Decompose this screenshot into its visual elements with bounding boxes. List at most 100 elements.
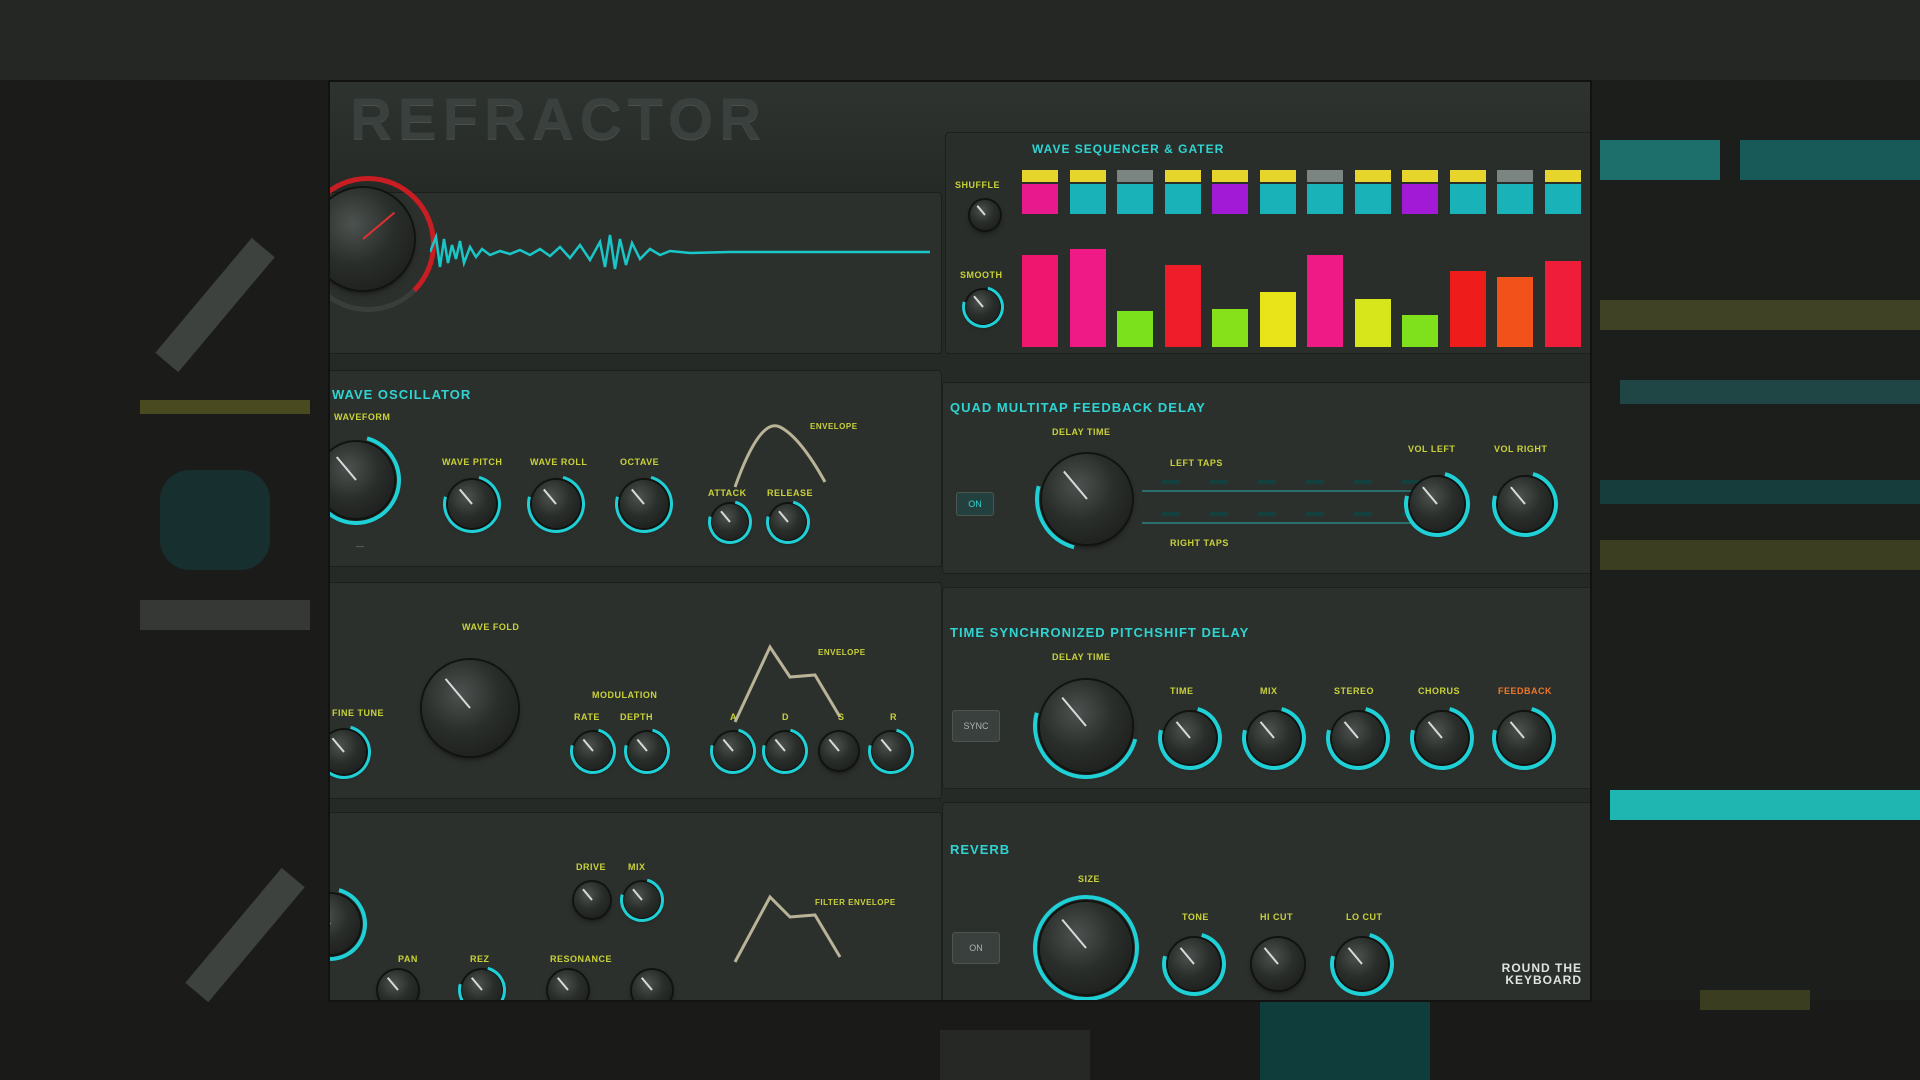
- seq-step-level[interactable]: [1165, 265, 1201, 347]
- smooth-label: SMOOTH: [960, 270, 1003, 280]
- shuffle-knob[interactable]: [970, 200, 1000, 230]
- pitch-feedback-knob[interactable]: [1480, 694, 1568, 782]
- bg-pixel: [1600, 540, 1920, 570]
- reverb-toggle[interactable]: ON: [952, 932, 1000, 964]
- synth-envelope-label: ENVELOPE: [810, 422, 858, 431]
- seq-step-toggle[interactable]: [1402, 170, 1438, 182]
- wave-pitch-knob[interactable]: [432, 464, 512, 544]
- mix-knob[interactable]: [611, 869, 673, 931]
- quad-delay-title: QUAD MULTITAP FEEDBACK DELAY: [950, 400, 1206, 415]
- seq-step-level[interactable]: [1260, 292, 1296, 347]
- quad-delay-time-label: DELAY TIME: [1052, 427, 1111, 437]
- reverb-locut-knob[interactable]: [1318, 920, 1406, 1000]
- seq-step-toggle[interactable]: [1545, 170, 1581, 182]
- seq-step-level[interactable]: [1450, 271, 1486, 347]
- waveform-knob[interactable]: [330, 418, 418, 542]
- seq-step-wave[interactable]: [1497, 184, 1533, 214]
- seq-step-wave[interactable]: [1545, 184, 1581, 214]
- reverb-size-knob[interactable]: [1013, 875, 1159, 1000]
- vol-right-knob[interactable]: [1479, 458, 1571, 550]
- pitch-feedback-label: FEEDBACK: [1498, 686, 1553, 696]
- filter-cutoff-knob[interactable]: [330, 873, 381, 975]
- env-r-label: R: [890, 712, 897, 722]
- seq-step-wave[interactable]: [1117, 184, 1153, 214]
- octave-knob[interactable]: [604, 464, 684, 544]
- delay-tap-marker[interactable]: [1162, 480, 1180, 484]
- seq-step-toggle[interactable]: [1355, 170, 1391, 182]
- delay-tap-marker[interactable]: [1354, 480, 1372, 484]
- seq-step-toggle[interactable]: [1450, 170, 1486, 182]
- mod-depth-knob[interactable]: [615, 719, 679, 783]
- smooth-knob[interactable]: [954, 278, 1012, 336]
- vol-left-knob[interactable]: [1391, 458, 1483, 550]
- pitch-mix-knob[interactable]: [1230, 694, 1318, 782]
- pitch-mix-label: MIX: [1260, 686, 1278, 696]
- seq-step-level[interactable]: [1212, 309, 1248, 347]
- seq-step-wave[interactable]: [1022, 184, 1058, 214]
- drive-knob[interactable]: [574, 882, 610, 918]
- seq-step-wave[interactable]: [1355, 184, 1391, 214]
- pitch-stereo-knob[interactable]: [1314, 694, 1402, 782]
- delay-tap-marker[interactable]: [1258, 512, 1276, 516]
- seq-step-level[interactable]: [1307, 255, 1343, 347]
- env-s-knob[interactable]: [820, 732, 858, 770]
- seq-step-level[interactable]: [1117, 311, 1153, 347]
- background-top: [0, 0, 1920, 80]
- bg-pixel: [1740, 140, 1920, 180]
- attack-knob[interactable]: [699, 491, 761, 553]
- quad-delay-time-knob[interactable]: [1015, 427, 1159, 571]
- delay-tap-marker[interactable]: [1354, 512, 1372, 516]
- seq-step-level[interactable]: [1497, 277, 1533, 347]
- seq-step-wave[interactable]: [1402, 184, 1438, 214]
- seq-step-toggle[interactable]: [1497, 170, 1533, 182]
- delay-tap-marker[interactable]: [1162, 512, 1180, 516]
- pitch-time-knob[interactable]: [1146, 694, 1234, 782]
- rez-label: REZ: [470, 954, 490, 964]
- seq-step-wave[interactable]: [1450, 184, 1486, 214]
- reverb-hicut-knob[interactable]: [1252, 938, 1304, 990]
- seq-step-toggle[interactable]: [1117, 170, 1153, 182]
- seq-step-toggle[interactable]: [1260, 170, 1296, 182]
- bg-pixel: [1600, 300, 1920, 330]
- pitchshift-sync-button[interactable]: SYNC: [952, 710, 1000, 742]
- wave-fold-knob[interactable]: [422, 660, 518, 756]
- delay-tap-marker[interactable]: [1306, 512, 1324, 516]
- env-a-knob[interactable]: [701, 719, 765, 783]
- seq-step-level[interactable]: [1545, 261, 1581, 347]
- seq-step-level[interactable]: [1022, 255, 1058, 347]
- seq-step-wave[interactable]: [1070, 184, 1106, 214]
- seq-step-toggle[interactable]: [1165, 170, 1201, 182]
- release-knob[interactable]: [757, 491, 819, 553]
- reverb-tone-knob[interactable]: [1150, 920, 1238, 1000]
- modulation-label: MODULATION: [592, 690, 658, 700]
- seq-step-level[interactable]: [1355, 299, 1391, 347]
- seq-step-toggle[interactable]: [1070, 170, 1106, 182]
- seq-step-wave[interactable]: [1260, 184, 1296, 214]
- seq-step-level[interactable]: [1402, 315, 1438, 347]
- quad-delay-toggle[interactable]: ON: [956, 492, 994, 516]
- mod-rate-knob[interactable]: [561, 719, 625, 783]
- right-tap-line: [1142, 522, 1442, 524]
- seq-step-toggle[interactable]: [1212, 170, 1248, 182]
- seq-step-toggle[interactable]: [1307, 170, 1343, 182]
- slope-envelope-label: ENVELOPE: [818, 648, 866, 657]
- env-d-knob[interactable]: [753, 719, 817, 783]
- pan-label: PAN: [398, 954, 418, 964]
- delay-tap-marker[interactable]: [1210, 512, 1228, 516]
- fine-tune-knob[interactable]: [330, 715, 381, 789]
- seq-step-wave[interactable]: [1165, 184, 1201, 214]
- pitch-delay-time-knob[interactable]: [1013, 653, 1159, 799]
- delay-tap-marker[interactable]: [1306, 480, 1324, 484]
- seq-step-toggle[interactable]: [1022, 170, 1058, 182]
- fine-tune-label: FINE TUNE: [332, 708, 385, 718]
- seq-step-level[interactable]: [1070, 249, 1106, 347]
- delay-tap-marker[interactable]: [1210, 480, 1228, 484]
- rez-knob[interactable]: [449, 957, 515, 1000]
- seq-step-wave[interactable]: [1212, 184, 1248, 214]
- seq-step-wave[interactable]: [1307, 184, 1343, 214]
- env-r-knob[interactable]: [859, 719, 923, 783]
- delay-tap-marker[interactable]: [1258, 480, 1276, 484]
- pitch-chorus-knob[interactable]: [1398, 694, 1486, 782]
- attack-label: ATTACK: [708, 488, 747, 498]
- wave-roll-knob[interactable]: [516, 464, 596, 544]
